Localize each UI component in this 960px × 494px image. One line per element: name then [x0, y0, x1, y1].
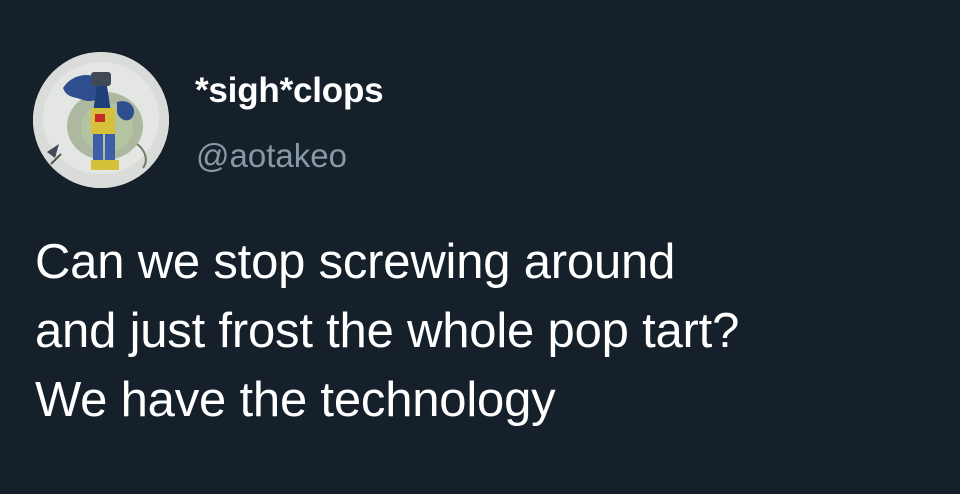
tweet-text: Can we stop screwing around and just fro…: [35, 228, 950, 435]
avatar-drawing: [33, 52, 169, 188]
tweet-text-line-3: We have the technology: [35, 373, 556, 427]
tweet-card: *sigh*clops @aotakeo Can we stop screwin…: [0, 0, 960, 494]
tweet-text-line-2: and just frost the whole pop tart?: [35, 304, 740, 358]
avatar[interactable]: [33, 52, 169, 188]
author-display-name[interactable]: *sigh*clops: [195, 69, 384, 113]
author-handle[interactable]: @aotakeo: [196, 135, 347, 177]
tweet-text-line-1: Can we stop screwing around: [35, 235, 676, 289]
